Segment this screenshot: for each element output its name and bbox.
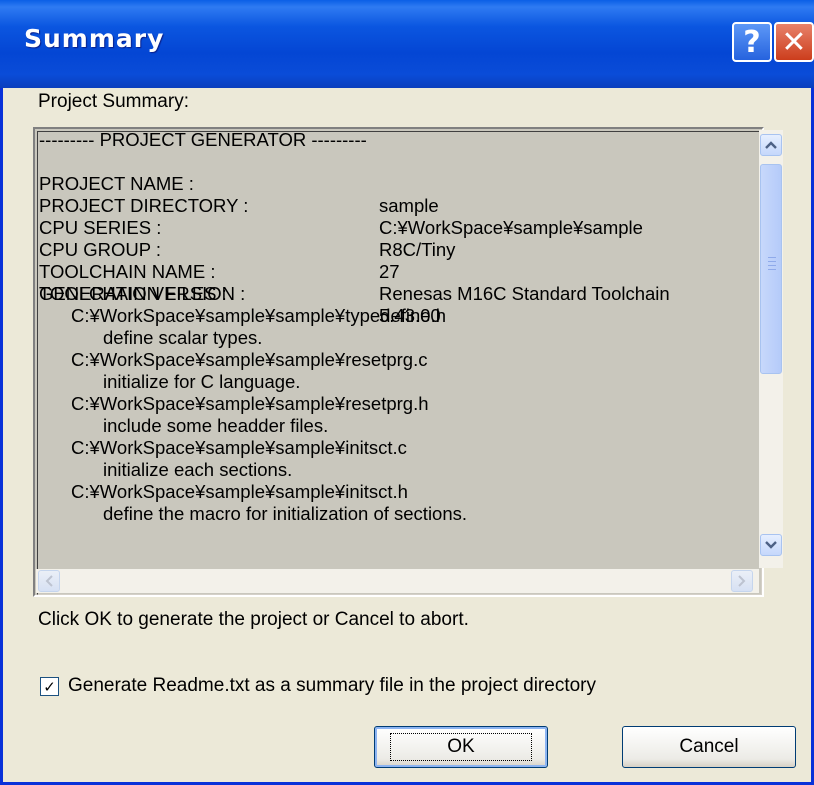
grip-line	[768, 257, 776, 258]
close-icon: ✕	[781, 24, 807, 60]
left-arrow-icon	[45, 575, 53, 587]
instruction-text: Click OK to generate the project or Canc…	[38, 609, 469, 630]
window-title: Summary	[24, 24, 165, 53]
scroll-down-button[interactable]	[760, 534, 782, 556]
summary-field-row: TOOLCHAIN NAME : Renesas M16C Standard T…	[39, 239, 755, 304]
file-path: C:¥WorkSpace¥sample¥sample¥typedefine.h	[71, 305, 447, 326]
up-arrow-icon	[765, 141, 777, 149]
scroll-left-button[interactable]	[38, 570, 60, 592]
summary-text: --------- PROJECT GENERATOR --------- PR…	[39, 129, 755, 569]
down-arrow-icon	[765, 541, 777, 549]
vertical-scrollbar[interactable]	[759, 130, 783, 568]
title-bar[interactable]: Summary ? ✕	[0, 0, 814, 88]
generate-readme-label[interactable]: Generate Readme.txt as a summary file in…	[68, 675, 596, 697]
file-path: C:¥WorkSpace¥sample¥sample¥resetprg.h	[71, 393, 429, 414]
summary-field-row: TOOLCHAIN VERSION : 5.43.00	[39, 261, 755, 326]
file-description: define the macro for initialization of s…	[103, 503, 468, 524]
scroll-right-button[interactable]	[731, 570, 753, 592]
checkmark-icon: ✓	[43, 678, 56, 696]
right-arrow-icon	[738, 575, 746, 587]
close-button[interactable]: ✕	[774, 22, 814, 62]
summary-textbox[interactable]: --------- PROJECT GENERATOR --------- PR…	[33, 127, 764, 597]
help-button[interactable]: ?	[732, 22, 772, 62]
ok-button[interactable]: OK	[374, 726, 548, 768]
file-description: initialize for C language.	[103, 371, 301, 392]
scroll-thumb[interactable]	[760, 164, 782, 374]
cancel-button[interactable]: Cancel	[622, 726, 796, 768]
summary-field-row: CPU SERIES : R8C/Tiny	[39, 195, 755, 260]
file-path: C:¥WorkSpace¥sample¥sample¥initsct.c	[71, 437, 407, 458]
project-summary-label: Project Summary:	[38, 91, 189, 112]
help-icon: ?	[743, 24, 761, 60]
generation-files-label: GENERATION FILES :	[39, 283, 227, 304]
file-description: include some headder files.	[103, 415, 329, 436]
ok-button-label: OK	[390, 733, 532, 761]
summary-field-row: CPU GROUP : 27	[39, 217, 755, 282]
cancel-button-label: Cancel	[679, 736, 739, 757]
scroll-up-button[interactable]	[760, 134, 782, 156]
grip-line	[768, 269, 776, 270]
file-description: initialize each sections.	[103, 459, 293, 480]
file-path: C:¥WorkSpace¥sample¥sample¥initsct.h	[71, 481, 408, 502]
generate-readme-checkbox[interactable]: ✓	[40, 677, 59, 696]
grip-line	[768, 265, 776, 266]
horizontal-scrollbar[interactable]	[36, 569, 759, 593]
file-path: C:¥WorkSpace¥sample¥sample¥resetprg.c	[71, 349, 428, 370]
summary-field-row: PROJECT DIRECTORY : C:¥WorkSpace¥sample¥…	[39, 173, 755, 238]
file-description: define scalar types.	[103, 327, 263, 348]
summary-field-row: PROJECT NAME : sample	[39, 151, 755, 216]
grip-line	[768, 261, 776, 262]
summary-header: --------- PROJECT GENERATOR ---------	[39, 129, 367, 150]
field-value: Renesas M16C Standard Toolchain	[379, 283, 670, 304]
